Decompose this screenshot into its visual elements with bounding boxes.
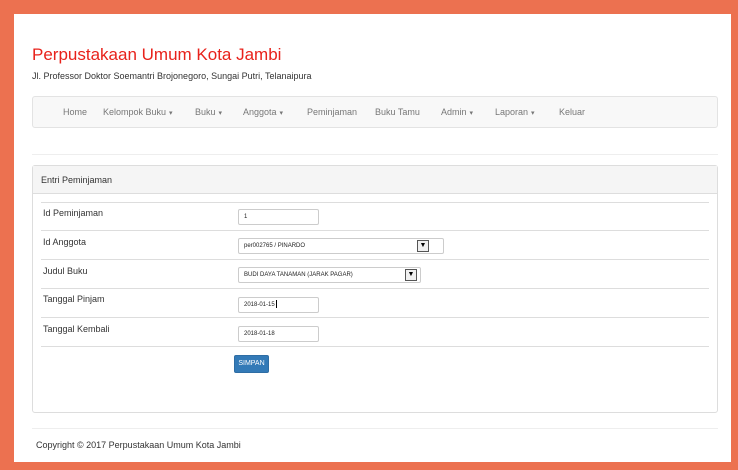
label-judul-buku: Judul Buku — [43, 266, 88, 276]
chevron-down-icon: ▾ — [218, 110, 223, 117]
nav-item-admin[interactable]: Admin ▾ — [441, 97, 473, 127]
entri-peminjaman-panel: Entri Peminjaman Id Peminjaman 1 Id Angg… — [32, 165, 718, 413]
nav-item-buku[interactable]: Buku ▾ — [195, 97, 222, 127]
nav-item-kelompok-buku[interactable]: Kelompok Buku ▾ — [103, 97, 173, 127]
footer-copyright: Copyright © 2017 Perpustakaan Umum Kota … — [36, 440, 241, 450]
simpan-button[interactable]: SIMPAN — [234, 355, 269, 373]
label-id-peminjaman: Id Peminjaman — [43, 208, 104, 218]
chevron-down-icon: ▾ — [279, 110, 284, 117]
row-divider — [41, 202, 709, 203]
nav-item-home[interactable]: Home — [63, 97, 87, 127]
row-divider — [41, 346, 709, 347]
nav-item-keluar[interactable]: Keluar — [559, 97, 585, 127]
divider — [32, 154, 718, 155]
label-tanggal-kembali: Tanggal Kembali — [43, 324, 110, 334]
text-cursor — [275, 300, 277, 309]
label-id-anggota: Id Anggota — [43, 237, 87, 247]
dropdown-arrow-icon[interactable]: ▼ — [417, 240, 429, 252]
chevron-down-icon: ▾ — [469, 110, 474, 117]
id-anggota-select[interactable]: per002765 / PINARDO ▼ — [238, 238, 444, 254]
nav-item-buku-tamu[interactable]: Buku Tamu — [375, 97, 420, 127]
row-divider — [41, 230, 709, 231]
chevron-down-icon: ▾ — [169, 110, 173, 117]
row-divider — [41, 288, 709, 289]
site-address: Jl. Professor Doktor Soemantri Brojonego… — [32, 71, 312, 81]
nav-item-anggota[interactable]: Anggota ▾ — [243, 97, 283, 127]
nav-item-laporan[interactable]: Laporan ▾ — [495, 97, 535, 127]
chevron-down-icon: ▾ — [531, 110, 535, 117]
id-peminjaman-input[interactable]: 1 — [238, 209, 319, 225]
tanggal-kembali-input[interactable]: 2018-01-18 — [238, 326, 319, 342]
site-title[interactable]: Perpustakaan Umum Kota Jambi — [32, 45, 281, 65]
tanggal-pinjam-input[interactable]: 2018-01-15 — [238, 297, 319, 313]
judul-buku-select[interactable]: BUDI DAYA TANAMAN (JARAK PAGAR) ▼ — [238, 267, 421, 283]
label-tanggal-pinjam: Tanggal Pinjam — [43, 294, 105, 304]
page-container: Perpustakaan Umum Kota Jambi Jl. Profess… — [14, 14, 731, 462]
row-divider — [41, 259, 709, 260]
panel-heading: Entri Peminjaman — [33, 166, 717, 194]
dropdown-arrow-icon[interactable]: ▼ — [405, 269, 417, 281]
row-divider — [41, 317, 709, 318]
panel-title: Entri Peminjaman — [41, 175, 113, 185]
nav-item-peminjaman[interactable]: Peminjaman — [307, 97, 357, 127]
navbar: Home Kelompok Buku ▾ Buku ▾ Anggota ▾ Pemin… — [32, 96, 718, 128]
divider — [32, 428, 718, 429]
